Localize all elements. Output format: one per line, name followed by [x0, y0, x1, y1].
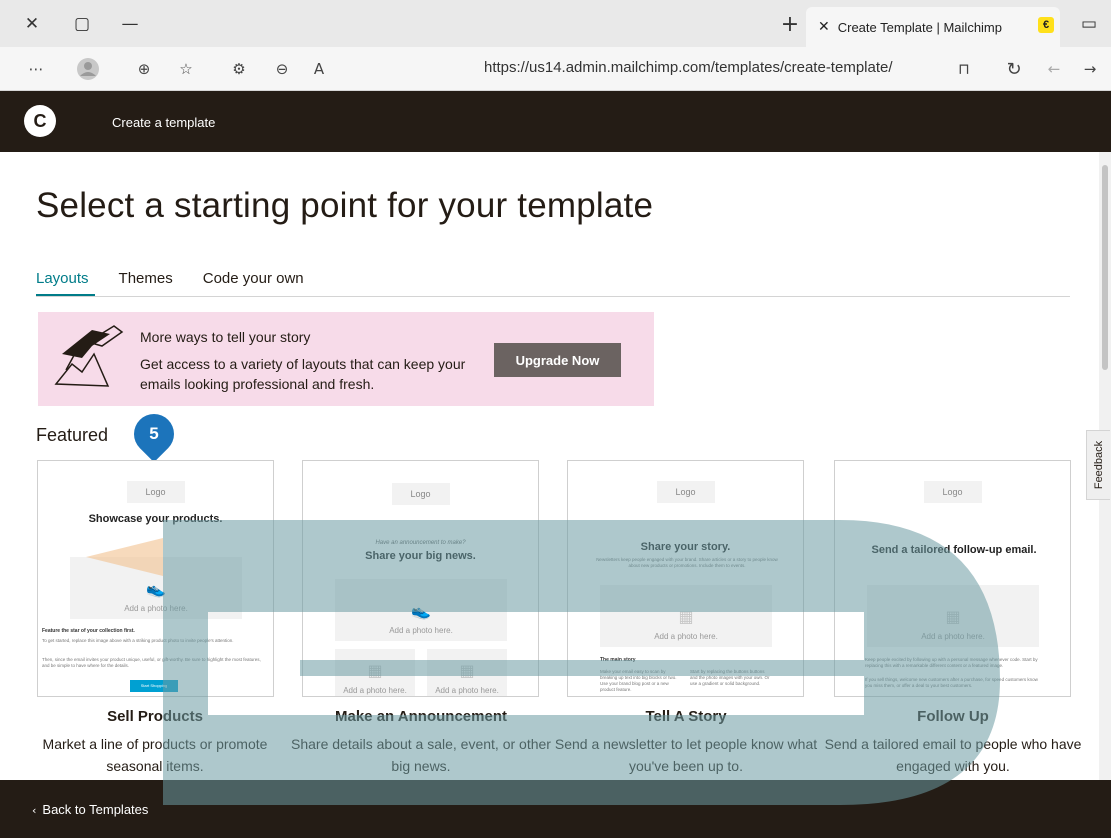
preview-subhead: The main story: [600, 657, 636, 663]
tab-themes[interactable]: Themes: [119, 270, 173, 287]
step-number: 5: [149, 424, 159, 443]
browser-address-bar: ⋯ ⊕ ☆ ⚙ ⊖ A https://us14.admin.mailchimp…: [0, 47, 1111, 91]
app-header: C Create a template: [0, 91, 1111, 152]
preview-col-1: Make your email easy to scan by breaking…: [600, 669, 677, 692]
app-title: Create a template: [112, 115, 216, 130]
upgrade-now-button[interactable]: Upgrade Now: [494, 343, 621, 377]
tab-title: Create Template | Mailchimp: [837, 19, 1002, 35]
scrollbar-thumb[interactable]: [1102, 165, 1108, 370]
more-icon[interactable]: ⋯: [22, 55, 50, 83]
back-icon[interactable]: ←: [1040, 55, 1068, 83]
template-card-follow-up[interactable]: Logo Send a tailored follow-up email. ▦ …: [834, 460, 1071, 697]
close-icon[interactable]: ✕: [18, 10, 46, 38]
read-aloud-icon[interactable]: A: [305, 55, 333, 83]
card-title-tell-a-story[interactable]: Tell A Story: [553, 708, 819, 725]
preview-photo: ▦ Add a photo here.: [867, 585, 1039, 647]
address-url[interactable]: https://us14.admin.mailchimp.com/templat…: [484, 59, 893, 76]
preview-body-2: Then, since the email invites your produ…: [42, 657, 261, 668]
preview-photo: ▦ Add a photo here.: [600, 585, 772, 647]
restore-icon[interactable]: ▢: [68, 10, 96, 38]
zoom-icon[interactable]: ⊖: [268, 55, 296, 83]
preview-subhead: Feature the star of your collection firs…: [42, 628, 135, 634]
browser-tab-bar: ✕ ▢ — + ✕ Create Template | Mailchimp € …: [0, 0, 1111, 47]
back-to-templates-link[interactable]: ‹ Back to Templates: [32, 802, 148, 817]
tab-code-your-own[interactable]: Code your own: [203, 270, 304, 287]
extensions-icon[interactable]: ⚙: [225, 55, 253, 83]
card-title-follow-up[interactable]: Follow Up: [820, 708, 1086, 725]
mailchimp-logo-icon[interactable]: C: [24, 105, 56, 137]
template-tabs: Layouts Themes Code your own: [36, 270, 304, 287]
feedback-tab[interactable]: Feedback: [1086, 430, 1110, 500]
preview-headline: Showcase your products.: [88, 513, 223, 525]
favorites-icon[interactable]: ☆: [172, 55, 200, 83]
promo-title: More ways to tell your story: [140, 329, 311, 345]
image-icon: ▦: [367, 661, 383, 680]
collections-icon[interactable]: ⊕: [130, 55, 158, 83]
profile-icon[interactable]: [74, 55, 102, 83]
featured-heading: Featured: [36, 425, 109, 445]
preview-photo: 👟 Add a photo here.: [70, 557, 242, 619]
preview-body-1: Keep people excited by following up with…: [865, 657, 1038, 668]
image-icon: ▦: [678, 607, 694, 626]
promo-body: Get access to a variety of layouts that …: [140, 356, 466, 392]
card-title-sell-products[interactable]: Sell Products: [22, 708, 288, 725]
image-icon: ▦: [459, 661, 475, 680]
preview-button: Start Shopping: [130, 680, 178, 692]
preview-body-1: To get started, replace this image above…: [42, 638, 234, 643]
card-desc-tell-a-story: Send a newsletter to let people know wha…: [554, 736, 818, 774]
browser-tab[interactable]: ✕ Create Template | Mailchimp €: [806, 7, 1060, 47]
tab-close-icon[interactable]: ✕: [818, 19, 830, 35]
forward-icon[interactable]: →: [1076, 55, 1104, 83]
minimize-icon[interactable]: —: [116, 10, 144, 38]
template-card-tell-a-story[interactable]: Logo Share your story. Newsletters keep …: [567, 460, 804, 697]
preview-body-2: If you sell things, welcome new customer…: [865, 677, 1038, 688]
preview-logo: Logo: [923, 481, 982, 503]
preview-intro: Newsletters keep people engaged with you…: [596, 557, 778, 568]
preview-logo: Logo: [391, 483, 450, 505]
image-icon: ▦: [945, 607, 961, 626]
chevron-left-icon: ‹: [32, 804, 37, 817]
preview-logo: Logo: [126, 481, 185, 503]
tab-actions-icon[interactable]: ▭: [1075, 10, 1103, 38]
template-card-sell-products[interactable]: Logo Showcase your products. 👟 Add a pho…: [37, 460, 274, 697]
refresh-icon[interactable]: ↻: [1000, 55, 1028, 83]
shoe-icon: 👟: [146, 579, 166, 598]
page-title: Select a starting point for your templat…: [36, 186, 654, 225]
shoe-icon: 👟: [411, 601, 431, 620]
upgrade-promo-banner: More ways to tell your story Get access …: [38, 312, 654, 406]
tab-layouts[interactable]: Layouts: [36, 270, 89, 287]
preview-kicker: Have an announcement to make?: [375, 540, 466, 546]
mailchimp-icon: €: [1038, 17, 1054, 33]
card-desc-follow-up: Send a tailored email to people who have…: [824, 736, 1082, 774]
preview-logo: Logo: [656, 481, 715, 503]
template-card-announcement[interactable]: Logo Have an announcement to make? Share…: [302, 460, 539, 697]
card-title-announcement[interactable]: Make an Announcement: [288, 708, 554, 725]
preview-headline: Share your big news.: [365, 550, 476, 562]
lock-icon[interactable]: ⊓: [950, 55, 978, 83]
preview-photo-small: ▦ Add a photo here.: [335, 649, 415, 696]
superhero-illustration-icon: [54, 325, 124, 387]
preview-headline: Send a tailored follow-up email.: [871, 544, 1037, 556]
card-desc-sell-products: Market a line of products or promote sea…: [42, 736, 268, 774]
page-footer: ‹ Back to Templates: [0, 780, 1111, 838]
preview-headline: Share your story.: [640, 541, 731, 553]
preview-col-2: Start by replacing the buttons buttons a…: [690, 669, 770, 686]
card-desc-announcement: Share details about a sale, event, or ot…: [291, 736, 551, 774]
new-tab-icon[interactable]: +: [776, 10, 804, 38]
preview-photo: 👟 Add a photo here.: [335, 579, 507, 641]
preview-photo-small: ▦ Add a photo here.: [427, 649, 507, 696]
tabs-divider: [36, 296, 1070, 297]
